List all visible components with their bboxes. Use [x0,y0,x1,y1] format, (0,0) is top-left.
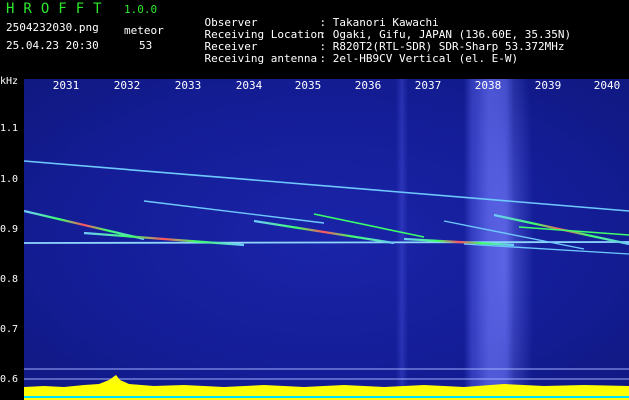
y-tick-label: 0.9 [0,224,19,235]
app-version: 1.0.0 [124,3,158,16]
y-tick-label: 0.7 [0,324,19,335]
meteor-echo [253,219,395,245]
spectrogram-display [24,79,629,400]
time-tick-label: 2040 [593,79,621,92]
info-row-antenna: Receiving antenna: 2el-HB9CV Vertical (e… [178,42,519,75]
carrier-trace [24,241,629,244]
app-title: HROFFT [6,1,111,17]
time-tick-label: 2039 [534,79,562,92]
meteor-count: 53 [139,39,153,52]
info-label: Receiving antenna [204,52,318,65]
axis-unit-label: kHz [0,76,19,87]
meteor-echo [463,243,629,255]
y-tick-label: 1.0 [0,174,19,185]
time-tick-label: 2034 [235,79,263,92]
y-tick-label: 0.6 [0,374,19,385]
time-tick-label: 2036 [354,79,382,92]
frequency-axis: kHz 1.1 1.0 0.9 0.8 0.7 0.6 [0,76,24,400]
time-tick-label: 2035 [294,79,322,92]
spectrogram-traces [24,160,629,400]
file-name: 2504232030.png [6,21,99,34]
y-tick-label: 1.1 [0,123,19,134]
meteor-label: meteor [124,24,164,37]
meteor-echo [518,226,629,236]
time-tick-label: 2031 [52,79,80,92]
carrier-trace [24,160,629,212]
y-tick-label: 0.8 [0,274,19,285]
time-tick-label: 2032 [113,79,141,92]
time-tick-label: 2038 [474,79,502,92]
header-panel: HROFFT 1.0.0 2504232030.png 25.04.23 20:… [0,0,629,76]
meteor-echo [24,209,145,241]
info-value: : 2el-HB9CV Vertical (el. E-W) [319,52,519,65]
meteor-echo [143,200,325,224]
time-tick-label: 2037 [414,79,442,92]
date-time: 25.04.23 20:30 [6,39,99,52]
time-tick-label: 2033 [174,79,202,92]
